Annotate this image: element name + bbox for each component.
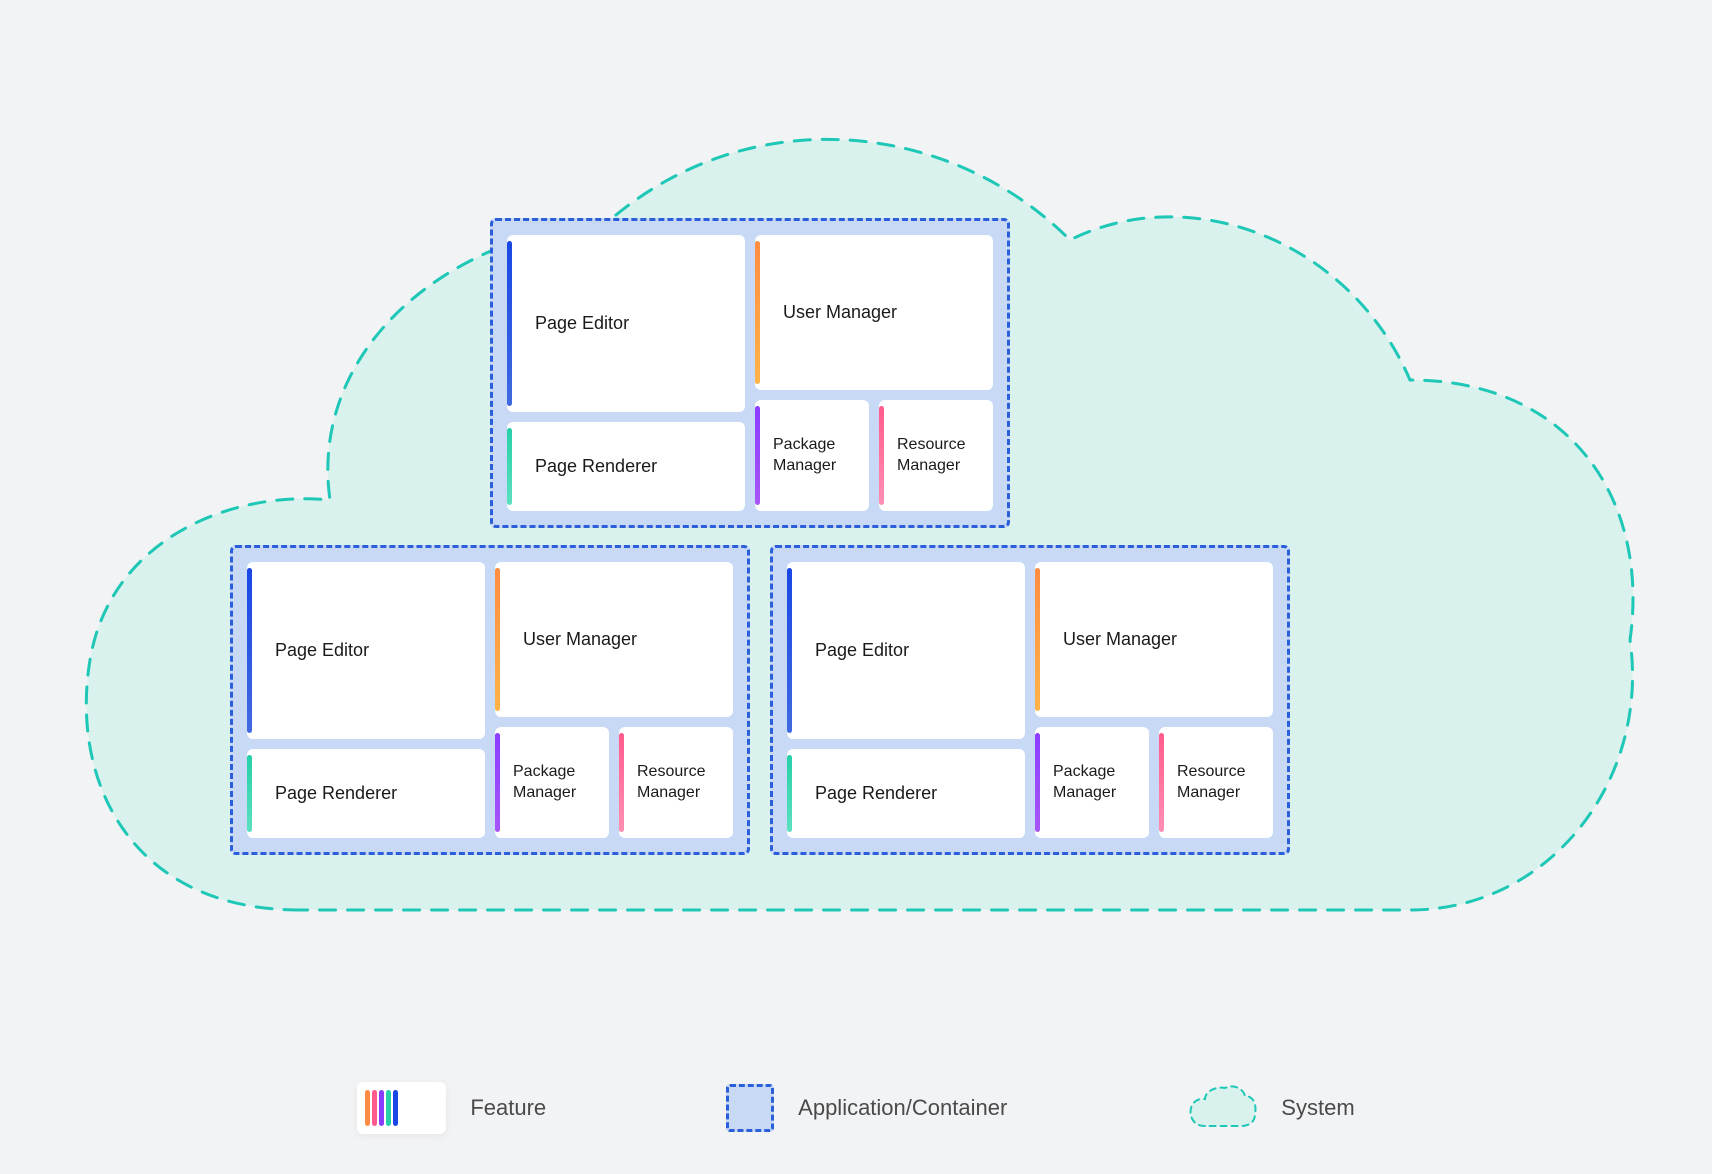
- feature-label-line1: Package: [773, 435, 835, 456]
- containers-group: Page Editor Page Renderer User Manager P…: [50, 60, 1662, 980]
- feature-label: Page Editor: [535, 313, 629, 334]
- feature-page-renderer: Page Renderer: [507, 422, 745, 511]
- stripe-icon: [365, 1090, 370, 1126]
- feature-page-renderer: Page Renderer: [247, 749, 485, 838]
- application-container-top: Page Editor Page Renderer User Manager P…: [490, 218, 1010, 528]
- feature-resource-manager: Resource Manager: [619, 727, 733, 838]
- feature-label-line2: Manager: [1053, 783, 1116, 804]
- feature-user-manager: User Manager: [495, 562, 733, 717]
- feature-page-editor: Page Editor: [507, 235, 745, 412]
- feature-label-line1: Resource: [897, 435, 965, 456]
- cloud-small-icon: [1187, 1084, 1257, 1132]
- feature-label: Page Renderer: [535, 456, 657, 477]
- legend-label: Feature: [470, 1095, 546, 1121]
- legend-feature-icon: [357, 1082, 446, 1134]
- system-cloud: Page Editor Page Renderer User Manager P…: [50, 60, 1662, 980]
- feature-label: User Manager: [523, 629, 637, 650]
- application-container-bottom-left: Page Editor Page Renderer User Manager P…: [230, 545, 750, 855]
- feature-page-editor: Page Editor: [247, 562, 485, 739]
- legend-label: Application/Container: [798, 1095, 1007, 1121]
- feature-label-line1: Package: [513, 762, 575, 783]
- legend: Feature Application/Container System: [0, 1082, 1712, 1134]
- feature-package-manager: Package Manager: [495, 727, 609, 838]
- stripe-icon: [386, 1090, 391, 1126]
- feature-resource-manager: Resource Manager: [879, 400, 993, 511]
- feature-label-line2: Manager: [513, 783, 576, 804]
- legend-item-container: Application/Container: [726, 1084, 1007, 1132]
- feature-label: User Manager: [1063, 629, 1177, 650]
- feature-package-manager: Package Manager: [1035, 727, 1149, 838]
- feature-page-editor: Page Editor: [787, 562, 1025, 739]
- feature-label-line1: Resource: [1177, 762, 1245, 783]
- feature-label-line2: Manager: [637, 783, 700, 804]
- legend-item-system: System: [1187, 1084, 1354, 1132]
- feature-resource-manager: Resource Manager: [1159, 727, 1273, 838]
- feature-label: User Manager: [783, 302, 897, 323]
- feature-label: Page Editor: [815, 640, 909, 661]
- feature-label-line1: Package: [1053, 762, 1115, 783]
- stripe-icon: [379, 1090, 384, 1126]
- feature-package-manager: Package Manager: [755, 400, 869, 511]
- feature-label-line1: Resource: [637, 762, 705, 783]
- feature-page-renderer: Page Renderer: [787, 749, 1025, 838]
- feature-label-line2: Manager: [773, 456, 836, 477]
- stripe-icon: [372, 1090, 377, 1126]
- application-container-bottom-right: Page Editor Page Renderer User Manager P…: [770, 545, 1290, 855]
- feature-user-manager: User Manager: [1035, 562, 1273, 717]
- feature-label: Page Editor: [275, 640, 369, 661]
- feature-label-line2: Manager: [1177, 783, 1240, 804]
- legend-item-feature: Feature: [357, 1082, 546, 1134]
- feature-label: Page Renderer: [815, 783, 937, 804]
- feature-user-manager: User Manager: [755, 235, 993, 390]
- legend-system-icon: [1187, 1084, 1257, 1132]
- legend-container-icon: [726, 1084, 774, 1132]
- legend-label: System: [1281, 1095, 1354, 1121]
- feature-label: Page Renderer: [275, 783, 397, 804]
- stripe-icon: [393, 1090, 398, 1126]
- feature-label-line2: Manager: [897, 456, 960, 477]
